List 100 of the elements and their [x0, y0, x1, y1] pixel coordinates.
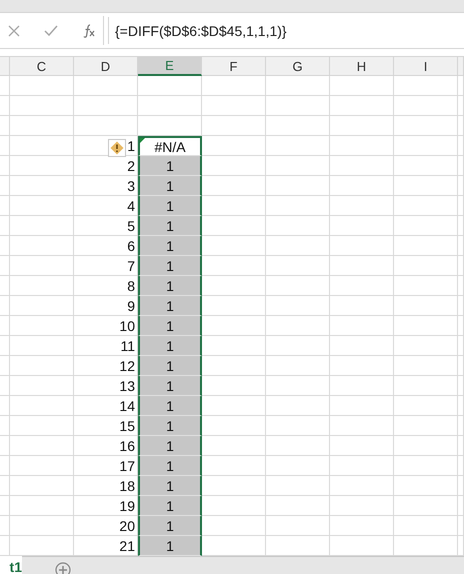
table-cell[interactable]	[0, 316, 10, 336]
table-cell[interactable]	[266, 336, 330, 356]
table-cell[interactable]	[10, 116, 74, 136]
table-cell[interactable]	[10, 76, 74, 96]
table-cell[interactable]	[10, 376, 74, 396]
table-cell[interactable]	[394, 496, 458, 516]
enter-icon[interactable]	[44, 24, 58, 36]
table-cell[interactable]	[458, 236, 464, 256]
table-cell[interactable]	[202, 316, 266, 336]
table-cell[interactable]	[74, 116, 138, 136]
table-cell[interactable]	[330, 236, 394, 256]
table-cell[interactable]: 1	[138, 256, 202, 276]
table-cell[interactable]	[458, 96, 464, 116]
table-cell[interactable]	[266, 136, 330, 156]
table-cell[interactable]	[458, 136, 464, 156]
column-header[interactable]: H	[330, 57, 394, 76]
table-cell[interactable]	[394, 116, 458, 136]
table-cell[interactable]	[74, 96, 138, 116]
table-cell[interactable]	[10, 296, 74, 316]
table-cell[interactable]	[0, 156, 10, 176]
table-cell[interactable]	[394, 476, 458, 496]
table-cell[interactable]: 1	[138, 356, 202, 376]
table-cell[interactable]	[394, 156, 458, 176]
sheet-tab[interactable]: t1	[0, 556, 22, 574]
table-cell[interactable]: 1	[138, 536, 202, 556]
table-cell[interactable]	[266, 216, 330, 236]
table-cell[interactable]: 1	[138, 216, 202, 236]
table-cell[interactable]	[10, 336, 74, 356]
table-cell[interactable]	[458, 476, 464, 496]
table-cell[interactable]: 1	[138, 176, 202, 196]
table-cell[interactable]	[394, 76, 458, 96]
column-header[interactable]: G	[266, 57, 330, 76]
formula-field[interactable]: {=DIFF($D$6:$D$45,1,1,1)}	[108, 17, 464, 44]
table-cell[interactable]	[394, 436, 458, 456]
table-cell[interactable]	[458, 336, 464, 356]
table-cell[interactable]	[202, 176, 266, 196]
table-cell[interactable]	[10, 176, 74, 196]
function-icon[interactable]	[82, 24, 96, 38]
table-cell[interactable]	[330, 276, 394, 296]
table-cell[interactable]	[10, 156, 74, 176]
table-cell[interactable]	[394, 296, 458, 316]
table-cell[interactable]: 1	[138, 376, 202, 396]
table-cell[interactable]	[10, 516, 74, 536]
table-cell[interactable]	[394, 216, 458, 236]
table-cell[interactable]	[10, 96, 74, 116]
table-cell[interactable]	[202, 196, 266, 216]
table-cell[interactable]	[330, 256, 394, 276]
table-cell[interactable]	[266, 436, 330, 456]
table-cell[interactable]	[10, 316, 74, 336]
table-cell[interactable]	[10, 416, 74, 436]
table-cell[interactable]	[266, 516, 330, 536]
table-cell[interactable]	[10, 356, 74, 376]
table-cell[interactable]	[0, 116, 10, 136]
table-cell[interactable]	[330, 316, 394, 336]
table-cell[interactable]	[0, 456, 10, 476]
table-cell[interactable]: 1	[138, 236, 202, 256]
table-cell[interactable]	[0, 236, 10, 256]
table-cell[interactable]	[458, 76, 464, 96]
add-sheet-icon[interactable]	[55, 562, 71, 574]
table-cell[interactable]	[266, 96, 330, 116]
table-cell[interactable]	[458, 316, 464, 336]
table-cell[interactable]	[266, 356, 330, 376]
table-cell[interactable]	[202, 416, 266, 436]
table-cell[interactable]	[202, 136, 266, 156]
table-cell[interactable]	[202, 376, 266, 396]
table-cell[interactable]	[330, 456, 394, 476]
table-cell[interactable]	[0, 336, 10, 356]
table-cell[interactable]	[10, 136, 74, 156]
table-cell[interactable]	[330, 76, 394, 96]
table-cell[interactable]	[202, 116, 266, 136]
table-cell[interactable]	[458, 116, 464, 136]
table-cell[interactable]: 1	[138, 316, 202, 336]
table-cell[interactable]	[202, 296, 266, 316]
table-cell[interactable]	[202, 236, 266, 256]
table-cell[interactable]	[0, 436, 10, 456]
table-cell[interactable]	[458, 276, 464, 296]
table-cell[interactable]	[0, 396, 10, 416]
table-cell[interactable]	[266, 76, 330, 96]
table-cell[interactable]	[458, 296, 464, 316]
column-header[interactable]	[0, 57, 10, 76]
table-cell[interactable]	[0, 96, 10, 116]
table-cell[interactable]: 1	[138, 296, 202, 316]
table-cell[interactable]	[0, 176, 10, 196]
table-cell[interactable]	[458, 396, 464, 416]
table-cell[interactable]: 1	[138, 516, 202, 536]
table-cell[interactable]	[394, 456, 458, 476]
table-cell[interactable]	[202, 256, 266, 276]
table-cell[interactable]	[74, 76, 138, 96]
table-cell[interactable]	[394, 256, 458, 276]
table-cell[interactable]	[330, 216, 394, 236]
table-cell[interactable]	[330, 396, 394, 416]
table-cell[interactable]	[0, 276, 10, 296]
table-cell[interactable]: 1	[138, 496, 202, 516]
table-cell[interactable]	[330, 416, 394, 436]
table-cell[interactable]	[266, 276, 330, 296]
table-cell[interactable]	[202, 96, 266, 116]
table-cell[interactable]	[394, 136, 458, 156]
column-header[interactable]: F	[202, 57, 266, 76]
table-cell[interactable]	[0, 216, 10, 236]
table-cell[interactable]	[330, 196, 394, 216]
